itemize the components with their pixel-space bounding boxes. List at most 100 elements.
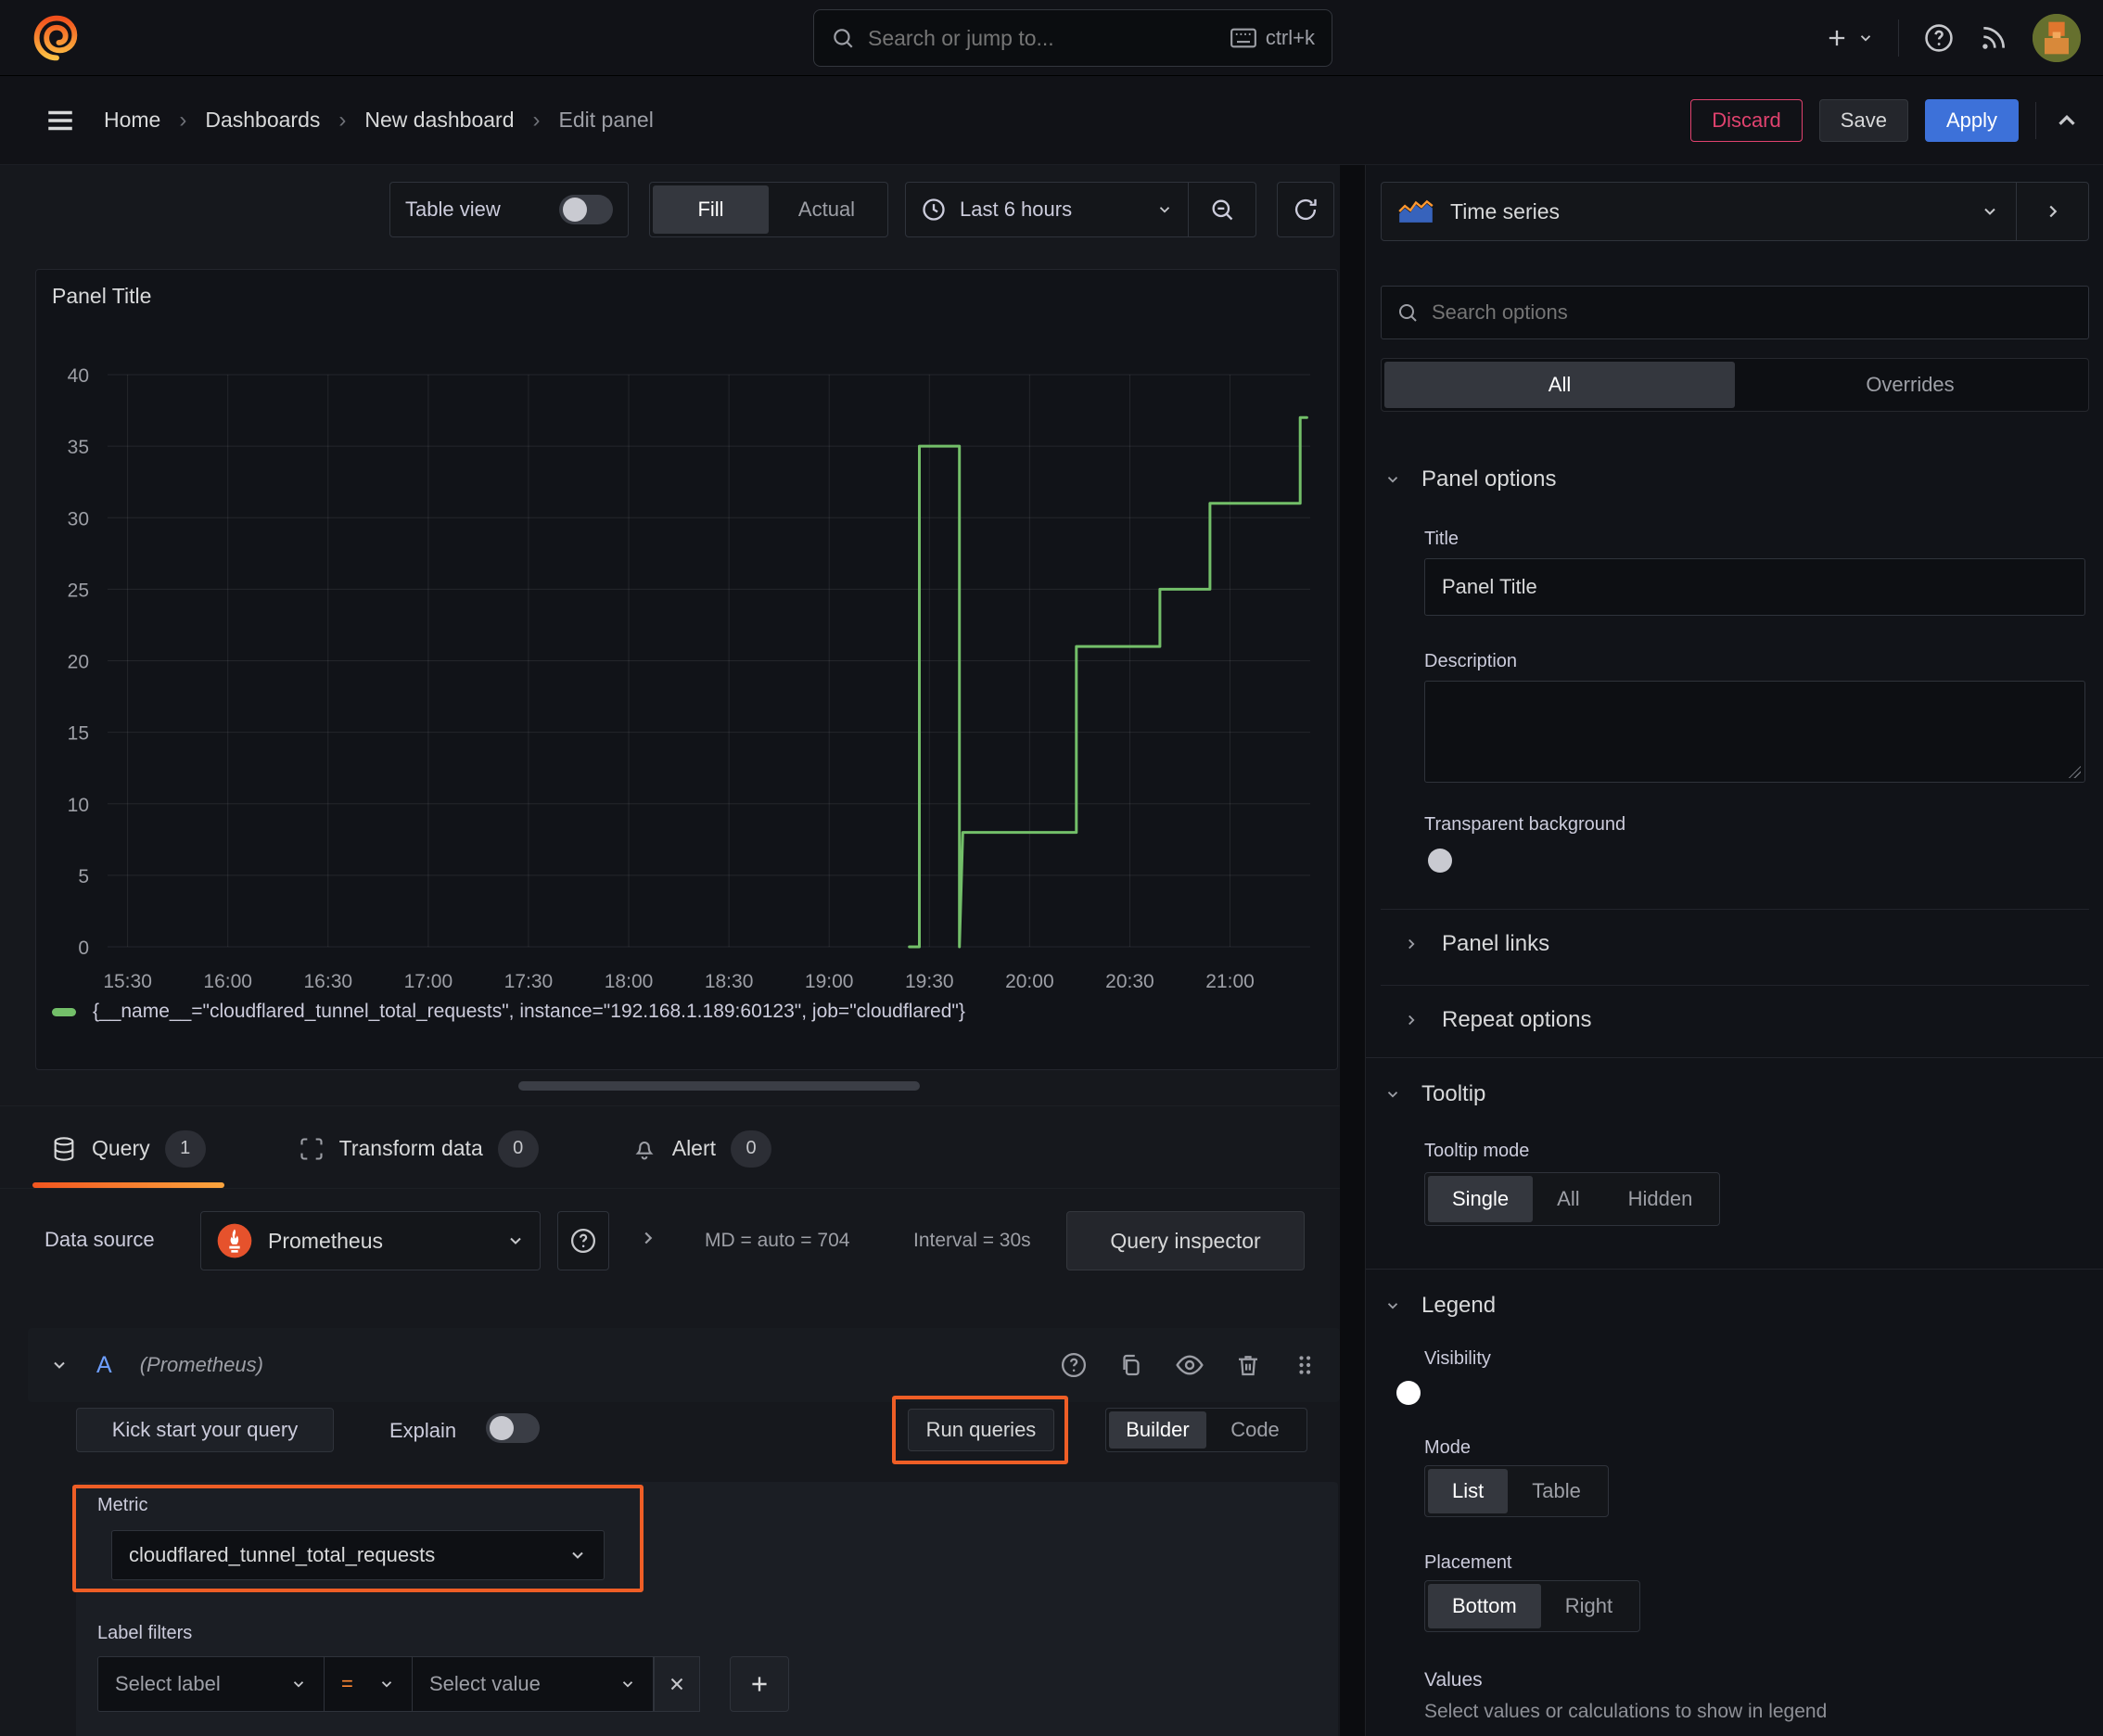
legend-visibility-label: Visibility	[1424, 1348, 1491, 1369]
query-datasource-name: (Prometheus)	[139, 1353, 263, 1376]
editor-tabs: Query 1 Transform data 0 Alert 0	[0, 1109, 1340, 1189]
datasource-label: Data source	[45, 1228, 155, 1251]
svg-text:30: 30	[68, 508, 89, 530]
table-view-label: Table view	[405, 198, 501, 221]
kick-start-query-button[interactable]: Kick start your query	[76, 1408, 334, 1452]
query-options-chevron-icon[interactable]	[638, 1228, 658, 1248]
tab-query[interactable]: Query 1	[32, 1109, 224, 1188]
tooltip-all-option[interactable]: All	[1533, 1176, 1603, 1222]
time-series-chart[interactable]: 0 5 10 15 20 25 30 35 40 15:30 16:00 16:30 17:00 17:3…	[36, 363, 1337, 993]
close-icon	[670, 1678, 683, 1691]
transparent-bg-label: Transparent background	[1424, 814, 1626, 835]
legend-placement-right[interactable]: Right	[1541, 1584, 1637, 1628]
chevron-up-icon[interactable]	[2053, 107, 2081, 134]
zoom-out-button[interactable]	[1189, 197, 1255, 223]
time-range-picker[interactable]: Last 6 hours	[906, 197, 1188, 223]
help-icon[interactable]	[1923, 22, 1955, 54]
collapse-options-pane-button[interactable]	[2016, 183, 2088, 240]
tab-transform-data[interactable]: Transform data 0	[280, 1109, 557, 1188]
select-label-dropdown[interactable]: Select label	[97, 1656, 325, 1712]
metric-select[interactable]: cloudflared_tunnel_total_requests	[111, 1530, 605, 1580]
breadcrumb-new-dashboard[interactable]: New dashboard	[364, 108, 514, 133]
save-button[interactable]: Save	[1818, 98, 1908, 142]
bell-icon	[631, 1136, 657, 1162]
apply-button[interactable]: Apply	[1924, 98, 2019, 142]
tab-alert[interactable]: Alert 0	[613, 1109, 790, 1188]
breadcrumb-bar: Home › Dashboards › New dashboard › Edit…	[0, 76, 2103, 165]
query-refid[interactable]: A	[96, 1352, 112, 1379]
toggle-visibility-icon[interactable]	[1175, 1350, 1204, 1380]
legend-mode-switch: List Table	[1424, 1465, 1609, 1517]
duplicate-query-icon[interactable]	[1117, 1351, 1145, 1379]
panel-title-input[interactable]	[1425, 559, 2084, 615]
table-view-toggle[interactable]	[559, 195, 613, 224]
code-option[interactable]: Code	[1206, 1411, 1304, 1449]
fill-actual-group: Fill Actual	[649, 182, 888, 237]
section-repeat-options[interactable]: Repeat options	[1403, 1007, 1591, 1033]
svg-text:17:00: 17:00	[404, 971, 453, 992]
query-inspector-button[interactable]: Query inspector	[1066, 1211, 1305, 1270]
svg-text:18:00: 18:00	[605, 971, 654, 992]
select-value-dropdown[interactable]: Select value	[413, 1656, 654, 1712]
time-range-label: Last 6 hours	[960, 198, 1073, 221]
description-input[interactable]	[1425, 682, 2084, 782]
add-new-button[interactable]	[1824, 25, 1874, 51]
search-icon	[831, 26, 855, 50]
visualization-name: Time series	[1450, 198, 1560, 223]
tab-overrides[interactable]: Overrides	[1735, 362, 2085, 408]
section-legend[interactable]: Legend	[1384, 1293, 1496, 1319]
grafana-logo[interactable]	[32, 13, 82, 63]
options-search-input[interactable]	[1432, 300, 2073, 325]
query-help-icon[interactable]	[1060, 1351, 1088, 1379]
description-field-label: Description	[1424, 651, 1518, 671]
datasource-help-button[interactable]	[557, 1211, 609, 1270]
tab-all[interactable]: All	[1384, 362, 1735, 408]
global-search[interactable]: ctrl+k	[813, 9, 1332, 67]
label-filters-label: Label filters	[97, 1623, 193, 1643]
query-row-header[interactable]: A (Prometheus)	[28, 1328, 1340, 1402]
operator-dropdown[interactable]: =	[325, 1656, 413, 1712]
datasource-picker[interactable]: Prometheus	[200, 1211, 541, 1270]
legend-mode-table[interactable]: Table	[1508, 1469, 1605, 1513]
add-filter-button[interactable]	[730, 1656, 789, 1712]
svg-text:18:30: 18:30	[705, 971, 754, 992]
remove-filter-button[interactable]	[654, 1656, 700, 1712]
legend-series-marker[interactable]	[52, 1007, 76, 1016]
delete-query-icon[interactable]	[1234, 1351, 1262, 1379]
legend-mode-list[interactable]: List	[1428, 1469, 1509, 1513]
chevron-down-icon	[293, 1681, 304, 1688]
tooltip-single-option[interactable]: Single	[1428, 1176, 1534, 1222]
explain-toggle[interactable]	[486, 1413, 540, 1443]
legend-placement-switch: Bottom Right	[1424, 1580, 1641, 1632]
news-icon[interactable]	[1979, 23, 2008, 53]
legend-placement-bottom[interactable]: Bottom	[1428, 1584, 1541, 1628]
builder-option[interactable]: Builder	[1109, 1411, 1206, 1449]
svg-text:20:30: 20:30	[1105, 971, 1154, 992]
section-panel-links[interactable]: Panel links	[1403, 931, 1549, 957]
svg-text:20:00: 20:00	[1005, 971, 1054, 992]
legend-placement-label: Placement	[1424, 1552, 1512, 1573]
collapse-query-icon[interactable]	[50, 1356, 69, 1374]
mega-menu-icon[interactable]	[45, 105, 76, 136]
search-input[interactable]	[868, 25, 1217, 51]
tooltip-hidden-option[interactable]: Hidden	[1604, 1176, 1717, 1222]
breadcrumb-dashboards[interactable]: Dashboards	[205, 108, 320, 133]
svg-text:10: 10	[68, 795, 89, 816]
run-queries-button[interactable]: Run queries	[908, 1409, 1054, 1451]
discard-button[interactable]: Discard	[1690, 98, 1803, 142]
user-avatar[interactable]	[2033, 14, 2081, 62]
panel-title: Panel Title	[52, 284, 152, 308]
legend-series-label[interactable]: {__name__="cloudflared_tunnel_total_requ…	[93, 1001, 965, 1023]
drag-handle-icon[interactable]	[1292, 1352, 1318, 1378]
fill-option[interactable]: Fill	[653, 185, 769, 234]
pane-resize-handle[interactable]	[518, 1081, 920, 1091]
visualization-picker[interactable]: Time series	[1382, 183, 2016, 240]
options-search[interactable]	[1381, 286, 2089, 339]
topbar-divider	[1898, 19, 1899, 57]
section-panel-options[interactable]: Panel options	[1384, 466, 1556, 492]
breadcrumb-home[interactable]: Home	[104, 108, 160, 133]
section-tooltip[interactable]: Tooltip	[1384, 1081, 1485, 1107]
refresh-button[interactable]	[1277, 182, 1334, 237]
actual-option[interactable]: Actual	[769, 185, 885, 234]
resize-handle[interactable]	[2066, 763, 2081, 778]
